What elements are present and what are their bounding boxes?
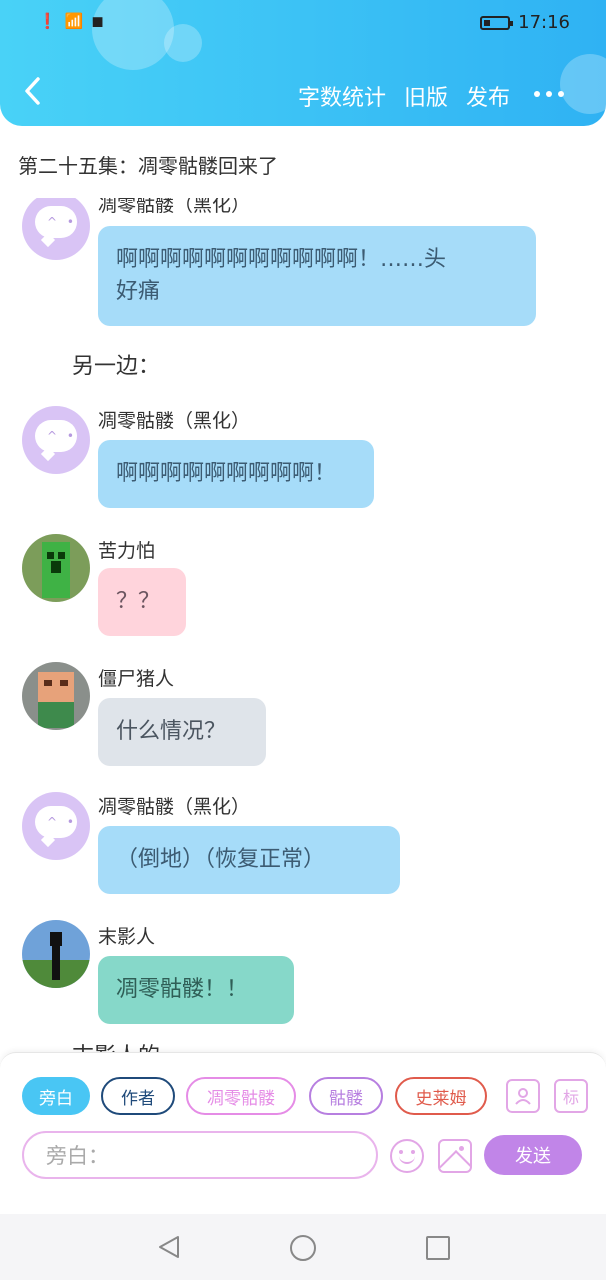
top-header: ❗ 📶 ◼ 17:16 字数统计 旧版 发布 bbox=[0, 0, 606, 126]
message-bubble[interactable]: 啊啊啊啊啊啊啊啊啊啊啊！……头 好痛 bbox=[98, 226, 536, 326]
role-chip-slime[interactable]: 史莱姆 bbox=[395, 1077, 487, 1115]
avatar[interactable] bbox=[22, 534, 90, 602]
avatar[interactable] bbox=[22, 662, 90, 730]
app-notice-icon: ◼ bbox=[91, 12, 104, 30]
send-button[interactable]: 发送 bbox=[484, 1135, 582, 1175]
avatar[interactable] bbox=[22, 920, 90, 988]
avatar[interactable]: ^ • bbox=[22, 406, 90, 474]
status-right: 17:16 bbox=[480, 12, 570, 33]
nav-recent-icon[interactable] bbox=[426, 1236, 450, 1260]
word-count-button[interactable]: 字数统计 bbox=[298, 80, 386, 112]
back-arrow-icon[interactable] bbox=[22, 76, 44, 106]
nav-back-icon[interactable] bbox=[156, 1234, 182, 1260]
message-bubble[interactable]: ？？ bbox=[98, 568, 186, 636]
message-bubble[interactable]: 什么情况？ bbox=[98, 698, 266, 766]
message-bubble[interactable]: 凋零骷髅！！ bbox=[98, 956, 294, 1024]
message-bubble[interactable]: 啊啊啊啊啊啊啊啊啊！ bbox=[98, 440, 374, 508]
narration-text-partial: 末影人的 bbox=[72, 1038, 160, 1053]
sender-name: 苦力怕 bbox=[98, 540, 156, 562]
decor-bubble bbox=[92, 0, 174, 70]
sender-name: 凋零骷髅（黑化） bbox=[98, 198, 251, 216]
more-icon[interactable] bbox=[534, 91, 564, 97]
role-chip-narration[interactable]: 旁白 bbox=[22, 1077, 90, 1115]
nav-home-icon[interactable] bbox=[290, 1235, 316, 1261]
editor-panel: 旁白 作者 凋零骷髅 骷髅 史莱姆 标 旁白： 发送 bbox=[0, 1052, 606, 1215]
person-icon[interactable] bbox=[506, 1079, 540, 1113]
clock: 17:16 bbox=[518, 12, 570, 33]
decor-bubble bbox=[560, 54, 606, 114]
sender-name: 凋零骷髅（黑化） bbox=[98, 410, 251, 432]
role-chip-author[interactable]: 作者 bbox=[101, 1077, 175, 1115]
sender-name: 末影人 bbox=[98, 926, 156, 948]
wifi-icon: 📶 bbox=[64, 12, 84, 30]
avatar[interactable]: ^ • bbox=[22, 792, 90, 860]
decor-bubble bbox=[164, 24, 202, 62]
role-chip-skeleton[interactable]: 骷髅 bbox=[309, 1077, 383, 1115]
status-icons: ❗ 📶 ◼ bbox=[38, 12, 104, 30]
message-input[interactable]: 旁白： bbox=[22, 1131, 378, 1179]
tag-icon[interactable]: 标 bbox=[554, 1079, 588, 1113]
old-version-button[interactable]: 旧版 bbox=[404, 80, 448, 112]
battery-icon bbox=[480, 15, 514, 30]
notification-icon: ❗ bbox=[38, 12, 57, 30]
image-icon[interactable] bbox=[438, 1139, 472, 1173]
role-chip-wither-skeleton[interactable]: 凋零骷髅 bbox=[186, 1077, 296, 1115]
system-nav-bar bbox=[0, 1214, 606, 1280]
message-bubble[interactable]: （倒地）（恢复正常） bbox=[98, 826, 400, 894]
emoji-icon[interactable] bbox=[390, 1139, 424, 1173]
narration-text: 另一边： bbox=[72, 354, 161, 379]
episode-title: 第二十五集：凋零骷髅回来了 bbox=[18, 154, 278, 178]
chat-area[interactable]: ^ • 凋零骷髅（黑化） 啊啊啊啊啊啊啊啊啊啊啊！……头 好痛 另一边： ^ •… bbox=[0, 198, 606, 1053]
sender-name: 凋零骷髅（黑化） bbox=[98, 796, 251, 818]
sender-name: 僵尸猪人 bbox=[98, 668, 175, 690]
publish-button[interactable]: 发布 bbox=[466, 80, 510, 112]
avatar[interactable]: ^ • bbox=[22, 198, 90, 260]
header-menu: 字数统计 旧版 发布 bbox=[298, 80, 510, 112]
